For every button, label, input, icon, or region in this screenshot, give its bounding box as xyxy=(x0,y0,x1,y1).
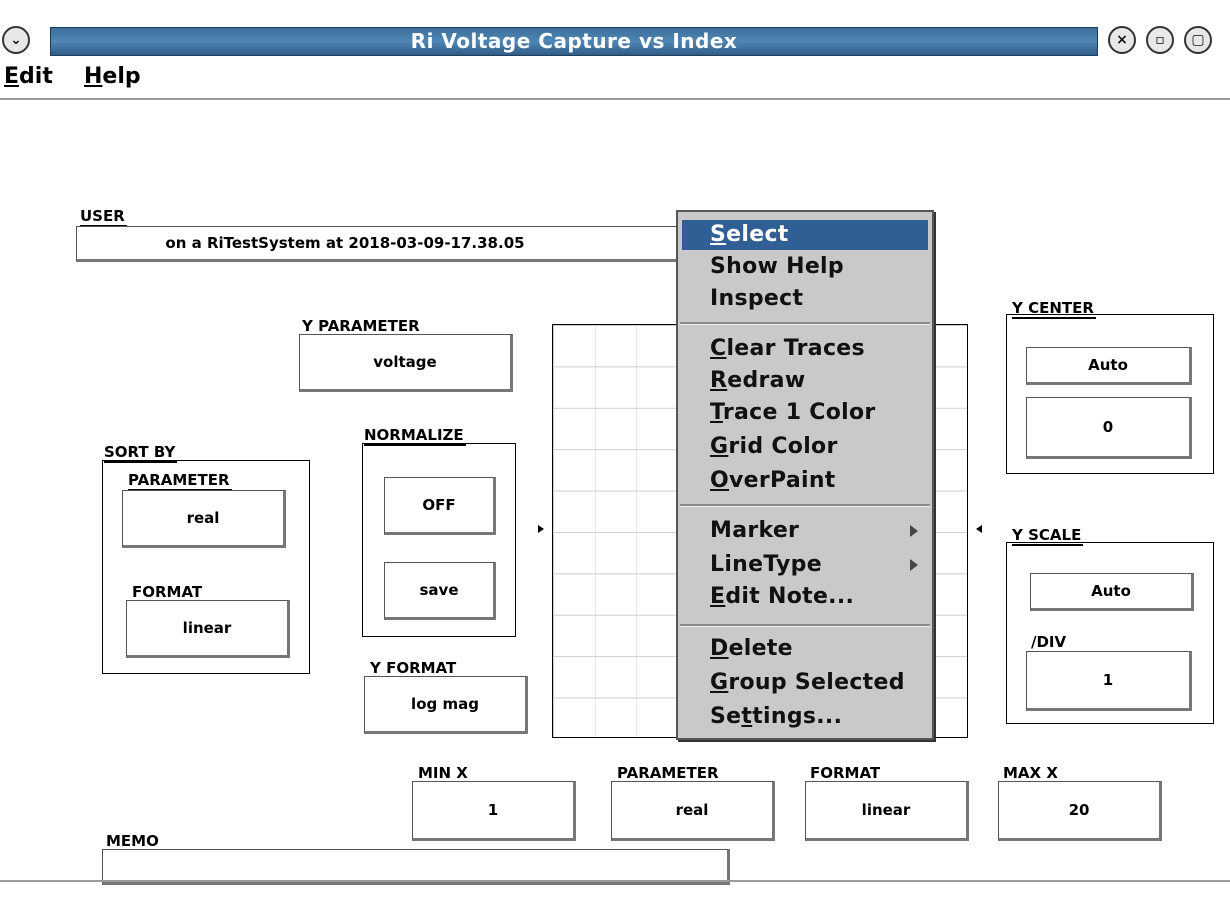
user-field[interactable]: on a RiTestSystem at 2018-03-09-17.38.05 xyxy=(76,226,696,262)
menu-item-trace-color[interactable]: Trace 1 Color xyxy=(710,398,876,428)
x-format-button[interactable]: linear xyxy=(805,781,969,841)
menu-edit[interactable]: Edit xyxy=(4,64,53,89)
menu-item-linetype[interactable]: LineType xyxy=(710,550,932,580)
title-bar: ⌄ Ri Voltage Capture vs Index × ▫ ▢ xyxy=(0,18,1230,60)
context-menu: Select Show Help Inspect Clear Traces Re… xyxy=(676,210,934,740)
maximize-icon[interactable]: ▢ xyxy=(1184,26,1212,54)
window-menu-button[interactable]: ⌄ xyxy=(2,26,30,54)
min-x-value[interactable]: 1 xyxy=(412,781,576,841)
menu-item-settings[interactable]: Settings... xyxy=(710,702,842,732)
y-center-value[interactable]: 0 xyxy=(1026,397,1192,459)
user-value: on a RiTestSystem at 2018-03-09-17.38.05 xyxy=(165,234,525,252)
menu-separator xyxy=(680,322,930,325)
user-label: USER xyxy=(80,207,127,227)
menu-item-show-help[interactable]: Show Help xyxy=(710,252,844,282)
menu-item-edit-note[interactable]: Edit Note... xyxy=(710,582,854,612)
window-title: Ri Voltage Capture vs Index xyxy=(50,27,1098,56)
menu-item-delete[interactable]: Delete xyxy=(710,634,793,664)
y-scale-auto-button[interactable]: Auto xyxy=(1030,573,1194,611)
minimize-icon[interactable]: ▫ xyxy=(1146,26,1174,54)
y-center-auto-button[interactable]: Auto xyxy=(1026,347,1192,385)
menu-item-inspect[interactable]: Inspect xyxy=(710,284,803,314)
menu-item-select[interactable]: Select xyxy=(682,220,928,250)
bottom-divider xyxy=(0,880,1230,882)
close-icon[interactable]: × xyxy=(1108,26,1136,54)
normalize-toggle[interactable]: OFF xyxy=(384,477,496,535)
menu-item-redraw[interactable]: Redraw xyxy=(710,366,805,396)
menu-bar: Edit Help xyxy=(0,60,1230,100)
y-format-button[interactable]: log mag xyxy=(364,676,528,734)
menu-separator xyxy=(680,504,930,507)
menu-help[interactable]: Help xyxy=(84,64,141,89)
normalize-save-button[interactable]: save xyxy=(384,562,496,620)
menu-item-group-selected[interactable]: Group Selected xyxy=(710,668,905,698)
sort-format-button[interactable]: linear xyxy=(126,600,290,658)
menu-item-clear-traces[interactable]: Clear Traces xyxy=(710,334,865,364)
y-scale-div-label: /DIV xyxy=(1031,633,1067,651)
left-marker-icon xyxy=(538,525,544,533)
x-parameter-button[interactable]: real xyxy=(611,781,775,841)
submenu-arrow-icon xyxy=(910,525,918,537)
sort-parameter-button[interactable]: real xyxy=(122,490,286,548)
menu-separator xyxy=(680,624,930,627)
right-marker-icon xyxy=(976,525,982,533)
submenu-arrow-icon xyxy=(910,559,918,571)
max-x-value[interactable]: 20 xyxy=(998,781,1162,841)
menu-item-grid-color[interactable]: Grid Color xyxy=(710,432,838,462)
menu-item-overpaint[interactable]: OverPaint xyxy=(710,466,836,496)
y-scale-div-value[interactable]: 1 xyxy=(1026,651,1192,711)
sort-parameter-label: PARAMETER xyxy=(128,471,232,491)
menu-item-marker[interactable]: Marker xyxy=(710,516,932,546)
y-parameter-button[interactable]: voltage xyxy=(299,334,513,392)
